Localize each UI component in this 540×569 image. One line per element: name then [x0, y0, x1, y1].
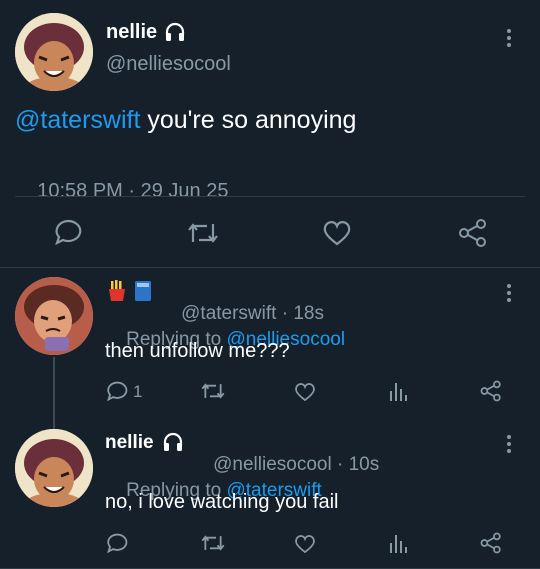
thread-line	[53, 357, 55, 432]
tweet-body: you're so annoying	[140, 106, 357, 134]
headphones-icon	[164, 22, 186, 42]
divider	[0, 267, 540, 268]
more-icon[interactable]	[507, 282, 513, 305]
retweet-icon[interactable]	[200, 381, 226, 401]
tweet-text: @taterswift you're so annoying	[15, 106, 356, 135]
avatar[interactable]	[15, 277, 93, 355]
tweet-date: 29 Jun 25	[140, 180, 229, 202]
author-name[interactable]: nellie	[105, 432, 154, 454]
mention-link[interactable]: @taterswift	[15, 106, 140, 134]
more-icon[interactable]	[507, 433, 513, 456]
analytics-icon[interactable]	[388, 380, 408, 402]
like-icon[interactable]	[294, 382, 316, 402]
tweet-timestamp: 10:58 PM · 29 Jun 25	[15, 157, 228, 226]
reply-icon[interactable]	[54, 219, 82, 245]
author-name[interactable]: nellie	[106, 21, 157, 44]
tweet-text: then unfollow me???	[105, 340, 290, 362]
avatar[interactable]	[15, 429, 93, 507]
like-icon[interactable]	[322, 220, 352, 246]
tweet-age: 10s	[348, 454, 380, 475]
blue-book-icon	[133, 280, 153, 302]
more-icon[interactable]	[507, 27, 513, 50]
retweet-icon[interactable]	[186, 220, 220, 246]
share-icon[interactable]	[458, 218, 488, 248]
french-fries-icon	[107, 280, 127, 302]
meta-separator: ·	[331, 454, 349, 475]
share-icon[interactable]	[480, 380, 502, 402]
divider	[15, 196, 525, 197]
timestamp-separator: ·	[122, 180, 141, 202]
reply-icon[interactable]	[106, 381, 128, 401]
avatar[interactable]	[15, 13, 93, 91]
reply-icon[interactable]	[106, 533, 128, 553]
tweet-time: 10:58 PM	[37, 180, 123, 202]
tweet-text: no, i love watching you fail	[105, 491, 339, 513]
headphones-icon	[162, 432, 184, 452]
author-handle[interactable]: @nelliesocool	[106, 53, 231, 76]
analytics-icon[interactable]	[388, 532, 408, 554]
share-icon[interactable]	[480, 532, 502, 554]
reply-count: 1	[133, 382, 143, 401]
like-icon[interactable]	[294, 534, 316, 554]
retweet-icon[interactable]	[200, 533, 226, 553]
